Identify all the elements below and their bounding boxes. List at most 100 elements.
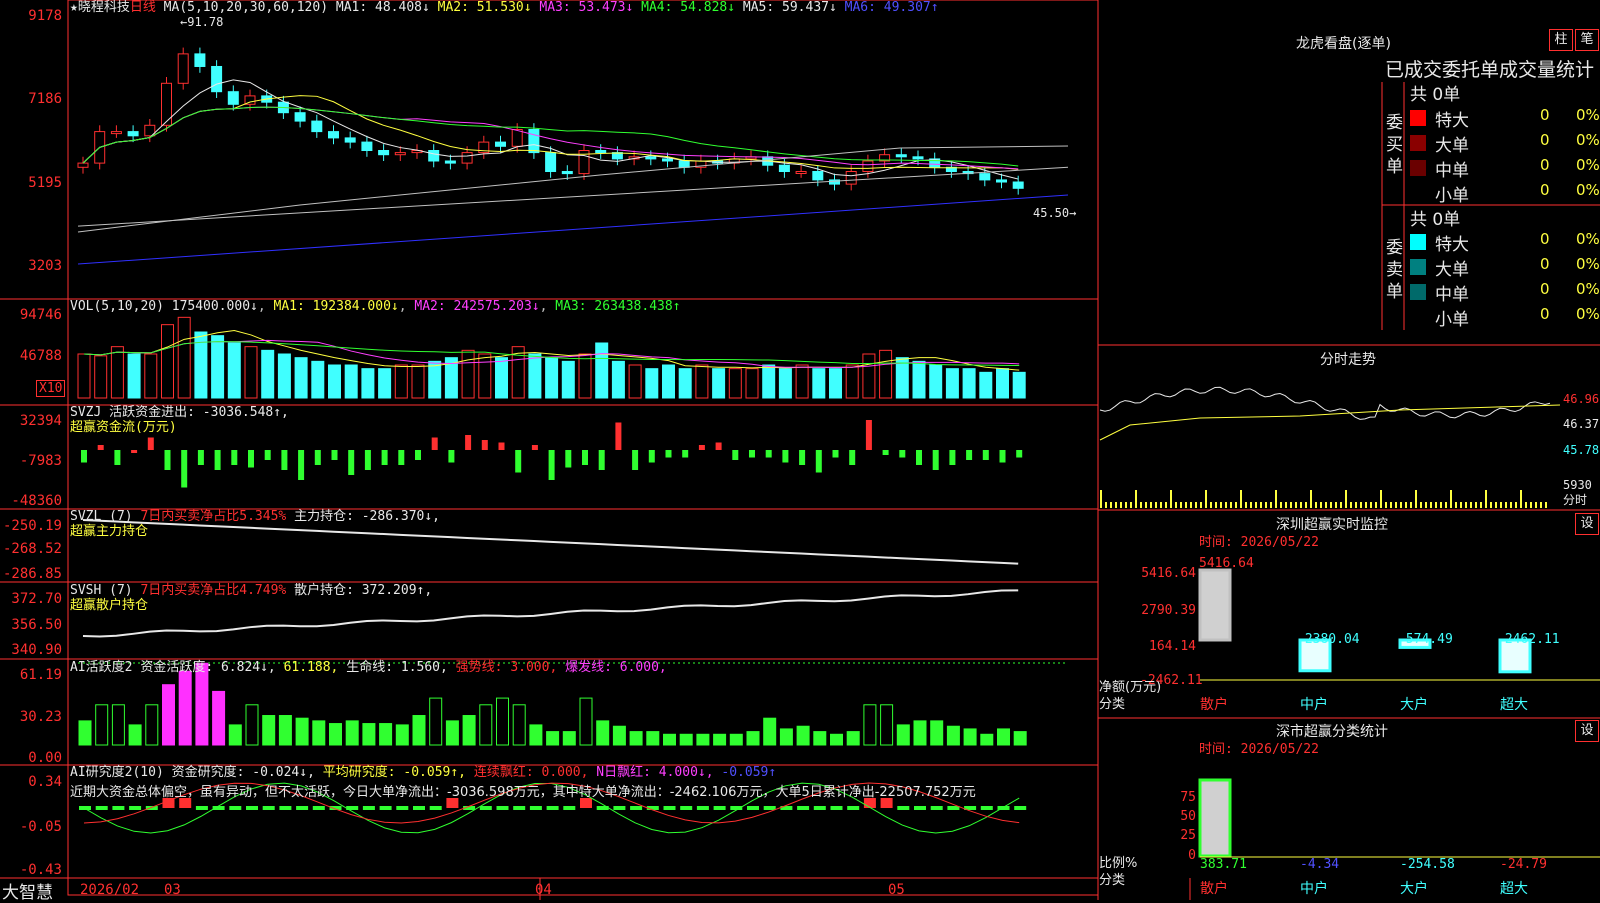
- intraday-tick: 45.78: [1563, 443, 1600, 457]
- fund-flow-bar: [398, 450, 405, 465]
- intraday-volume-bar: [1150, 502, 1152, 508]
- fund-flow-bar: [314, 450, 321, 465]
- ai-research-tick: -0.05: [19, 819, 62, 835]
- order-type-label: 小单: [1435, 310, 1469, 330]
- activity-bar: [262, 715, 276, 746]
- intraday-volume-bar: [1480, 502, 1482, 508]
- intraday-volume-bar: [1135, 490, 1137, 508]
- class-value: -254.58: [1400, 857, 1455, 872]
- class-cat: 分类: [1099, 873, 1126, 888]
- intraday-volume-bar: [1115, 502, 1117, 508]
- fund-flow-bar: [999, 450, 1006, 463]
- ai-research-last: -0.059↑: [721, 765, 777, 780]
- volume-bar: [778, 368, 792, 399]
- fund-flow-bar: [1016, 450, 1023, 458]
- fund-flow-bar: [899, 450, 906, 458]
- activity-bar: [278, 715, 292, 746]
- fund-flow-bar: [431, 437, 438, 450]
- sz-category: 大户: [1400, 697, 1428, 713]
- ai-research-res: 资金研究度: -0.024↓,: [171, 765, 315, 780]
- ai-research-tick: -0.43: [19, 862, 62, 878]
- order-type-label: 小单: [1435, 186, 1469, 206]
- candle-body: [294, 112, 306, 122]
- intraday-volume-bar: [1490, 502, 1492, 508]
- svsh-tick: 356.50: [11, 617, 62, 633]
- intraday-volume-bar: [1405, 502, 1407, 508]
- candle-body: [495, 141, 506, 147]
- activity-bar: [980, 733, 994, 746]
- intraday-volume-bar: [1120, 502, 1122, 508]
- volume-bar: [411, 364, 425, 399]
- class-value: 383.71: [1200, 857, 1247, 872]
- volume-bar: [461, 349, 475, 399]
- svzl-tick: -286.85: [2, 566, 62, 582]
- candle-body: [127, 131, 139, 137]
- research-bar: [797, 806, 810, 810]
- intraday-volume-bar: [1225, 502, 1227, 508]
- candle-body: [996, 179, 1007, 183]
- fund-flow-bar: [147, 437, 154, 450]
- class-settings[interactable]: 设: [1575, 720, 1599, 742]
- research-bar: [246, 806, 258, 810]
- order-count: 0: [1540, 131, 1550, 149]
- activity-bar: [813, 731, 827, 746]
- tab-tick[interactable]: 笔: [1575, 29, 1599, 51]
- price-tick: 7186: [28, 91, 62, 107]
- sz-value: -2380.04: [1297, 632, 1360, 647]
- intraday-volume-bar: [1355, 502, 1357, 508]
- tab-bar[interactable]: 柱: [1549, 29, 1573, 51]
- intraday-volume-bar: [1235, 502, 1237, 508]
- period-label[interactable]: 日线: [130, 0, 156, 15]
- class-tick: 0: [1188, 848, 1196, 863]
- intraday-volume-bar: [1270, 502, 1272, 508]
- buy-total: 共 0单: [1410, 85, 1461, 105]
- sz-unit: 净额(万元): [1099, 680, 1162, 695]
- volume-bar: [762, 364, 776, 399]
- research-bar: [713, 806, 726, 810]
- intraday-volume-bar: [1530, 502, 1532, 508]
- fund-flow-bar: [832, 450, 839, 458]
- intraday-volume-bar: [1465, 502, 1467, 508]
- svzl-header: SVZL (7) 7日内买卖净占比5.345% 主力持仓: -286.370↓,: [70, 510, 440, 524]
- order-type-label: 特大: [1435, 235, 1469, 255]
- volume-bar: [845, 364, 859, 399]
- intraday-volume-bar: [1475, 502, 1477, 508]
- intraday-volume-bar: [1440, 502, 1442, 508]
- intraday-volume-bar: [1545, 502, 1547, 508]
- activity-bar: [178, 670, 192, 746]
- intraday-volume-bar: [1110, 502, 1112, 508]
- class-time: 时间: 2026/05/22: [1199, 742, 1319, 757]
- svzl-sub: 超赢主力持仓: [70, 524, 149, 539]
- sz-monitor-settings[interactable]: 设: [1575, 513, 1599, 535]
- fund-flow-bar: [598, 450, 605, 470]
- research-bar: [847, 806, 860, 810]
- fund-flow-bar: [131, 450, 138, 453]
- volume-bar: [227, 342, 241, 399]
- class-unit: 比例%: [1099, 856, 1138, 871]
- research-bar: [296, 806, 309, 810]
- vol-title: VOL(5,10,20): [70, 299, 164, 314]
- candle-body: [378, 150, 390, 156]
- ma-header: MA(5,10,20,30,60,120): [163, 0, 329, 15]
- price-tick: 3203: [28, 258, 62, 274]
- candle-body: [328, 131, 339, 139]
- activity-bar: [896, 724, 910, 746]
- activity-bar: [830, 733, 843, 746]
- research-bar: [1014, 806, 1027, 810]
- activity-bar: [362, 723, 376, 746]
- research-bar: [696, 806, 709, 810]
- volume-bar: [628, 364, 642, 399]
- fund-flow-bar: [515, 450, 522, 473]
- candle-body: [1012, 181, 1024, 189]
- sz-monitor-title: 深圳超赢实时监控: [1276, 517, 1388, 533]
- fund-flow-bar: [815, 450, 822, 473]
- sz-cat: 分类: [1099, 697, 1126, 712]
- research-bar: [830, 806, 843, 810]
- candle-body: [662, 158, 673, 162]
- activity-bar: [496, 697, 509, 746]
- ma5-value: MA5: 59.437↓: [742, 0, 837, 15]
- intraday-volume-bar: [1460, 502, 1462, 508]
- intraday-volume-bar: [1390, 502, 1392, 508]
- research-bar: [312, 806, 325, 810]
- order-swatch: [1410, 309, 1426, 325]
